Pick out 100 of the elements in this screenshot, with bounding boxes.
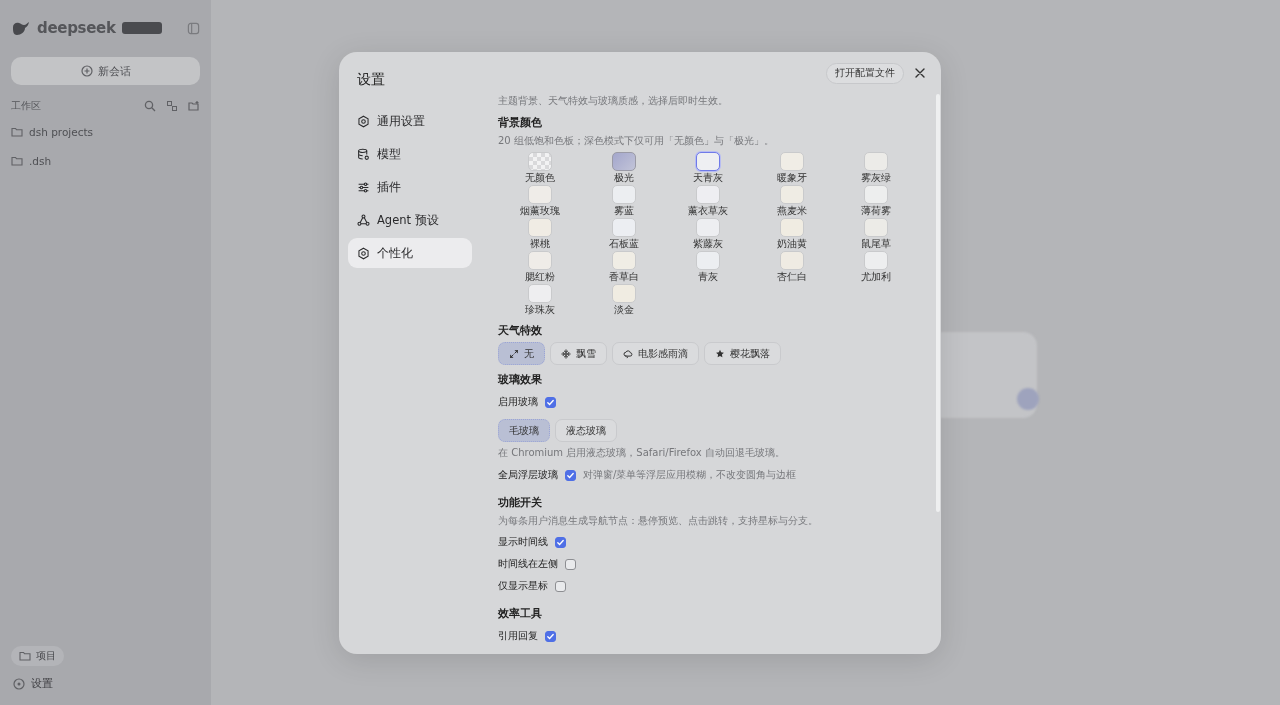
weather-option[interactable]: 电影感雨滴 — [612, 342, 699, 365]
dialog-title: 设置 — [357, 71, 386, 89]
nav-item[interactable]: 通用设置 — [348, 106, 472, 136]
swatch-label: 天青灰 — [693, 171, 723, 184]
color-swatch[interactable] — [696, 152, 720, 171]
swatch-label: 紫藤灰 — [693, 237, 723, 250]
swatch-label: 燕麦米 — [777, 204, 807, 217]
swatch-label: 薄荷雾 — [861, 204, 891, 217]
color-swatch[interactable] — [864, 185, 888, 204]
settings-button[interactable]: 设置 — [11, 676, 200, 691]
nav-item[interactable]: 个性化 — [348, 238, 472, 268]
color-swatch[interactable] — [864, 152, 888, 171]
checkbox[interactable] — [565, 558, 576, 570]
color-swatch[interactable] — [528, 185, 552, 204]
workspace-label: 工作区 — [11, 99, 41, 113]
color-swatch[interactable] — [780, 251, 804, 270]
option-hint: 对弹窗/菜单等浮层应用模糊，不改变圆角与边框 — [583, 468, 797, 482]
swatch-label: 奶油黄 — [777, 237, 807, 250]
checkbox-label: 引用回复 — [498, 629, 538, 643]
sliders-icon — [357, 180, 370, 194]
weather-option[interactable]: 樱花飘落 — [704, 342, 781, 365]
version-badge — [121, 22, 162, 34]
swatch-label: 腮红粉 — [525, 270, 555, 283]
checkbox-label: 启用玻璃 — [498, 395, 538, 409]
swatch-label: 杏仁白 — [777, 270, 807, 283]
checkbox[interactable] — [545, 630, 556, 642]
swatch-label: 珍珠灰 — [525, 303, 555, 316]
color-swatch[interactable] — [696, 185, 720, 204]
section-heading: 玻璃效果 — [498, 373, 543, 387]
color-swatch[interactable] — [696, 251, 720, 270]
new-folder-icon[interactable] — [188, 100, 200, 112]
swatch-label: 青灰 — [698, 270, 718, 283]
nodes-icon — [357, 213, 370, 227]
color-swatch[interactable] — [612, 218, 636, 237]
checkbox-label: 显示时间线 — [498, 535, 548, 549]
nav-item[interactable]: Agent 预设 — [348, 205, 472, 235]
color-swatch[interactable] — [528, 284, 552, 303]
search-icon[interactable] — [144, 100, 156, 112]
brand-name: deepseek — [37, 19, 116, 37]
color-swatch[interactable] — [864, 251, 888, 270]
swatch-label: 尤加利 — [861, 270, 891, 283]
section-description: 主题背景、天气特效与玻璃质感，选择后即时生效。 — [498, 94, 729, 108]
color-swatch[interactable] — [528, 218, 552, 237]
color-swatch[interactable] — [612, 185, 636, 204]
section-description: 为每条用户消息生成导航节点：悬停预览、点击跳转，支持星标与分支。 — [498, 514, 819, 528]
color-swatch[interactable] — [528, 152, 552, 171]
folder-name[interactable]: .dsh — [29, 154, 52, 167]
arrows-icon — [509, 348, 519, 359]
color-swatch[interactable] — [612, 251, 636, 270]
snowflake-icon — [561, 348, 571, 359]
settings-icon — [13, 677, 25, 690]
swatch-label: 极光 — [614, 171, 634, 184]
swatch-label: 薰衣草灰 — [688, 204, 728, 217]
projects-button[interactable]: 项目 — [11, 646, 64, 666]
weather-option[interactable]: 飘雪 — [550, 342, 607, 365]
section-heading: 功能开关 — [498, 496, 543, 510]
section-heading: 背景颜色 — [498, 116, 543, 130]
whale-logo-icon — [11, 19, 31, 37]
plus-icon — [80, 65, 93, 77]
glass-note: 在 Chromium 启用液态玻璃，Safari/Firefox 自动回退毛玻璃。 — [498, 446, 786, 460]
section-heading: 天气特效 — [498, 324, 543, 338]
color-swatch[interactable] — [780, 152, 804, 171]
checkbox[interactable] — [555, 536, 566, 548]
swatch-label: 鼠尾草 — [861, 237, 891, 250]
sidebar-toggle-icon[interactable] — [187, 21, 200, 35]
swatch-label: 暖象牙 — [777, 171, 807, 184]
section-description: 20 组低饱和色板；深色模式下仅可用「无颜色」与「极光」。 — [498, 134, 775, 148]
nav-item[interactable]: 插件 — [348, 172, 472, 202]
glass-mode-option[interactable]: 毛玻璃 — [498, 419, 550, 442]
color-swatch[interactable] — [864, 218, 888, 237]
color-swatch[interactable] — [612, 152, 636, 171]
swatch-label: 雾蓝 — [614, 204, 634, 217]
color-swatch[interactable] — [780, 185, 804, 204]
close-icon[interactable] — [913, 66, 927, 80]
swatch-label: 无颜色 — [525, 171, 555, 184]
weather-option[interactable]: 无 — [498, 342, 545, 365]
scrollbar-thumb[interactable] — [936, 94, 940, 512]
checkbox[interactable] — [545, 396, 556, 408]
swatch-label: 石板蓝 — [609, 237, 639, 250]
swatch-label: 雾灰绿 — [861, 171, 891, 184]
grid-icon[interactable] — [166, 100, 178, 112]
folder-icon — [11, 125, 23, 138]
checkbox[interactable] — [565, 469, 576, 481]
color-swatch[interactable] — [696, 218, 720, 237]
open-config-button[interactable]: 打开配置文件 — [826, 62, 904, 84]
folder-name[interactable]: dsh projects — [29, 125, 94, 138]
color-swatch[interactable] — [780, 218, 804, 237]
color-swatch[interactable] — [528, 251, 552, 270]
checkbox-label: 时间线在左侧 — [498, 557, 558, 571]
gear-icon — [357, 114, 370, 128]
checkbox-label: 全局浮层玻璃 — [498, 468, 558, 482]
cloud-icon — [623, 348, 633, 359]
checkbox[interactable] — [555, 580, 566, 592]
section-heading: 效率工具 — [498, 607, 543, 621]
nav-item[interactable]: 模型 — [348, 139, 472, 169]
new-chat-button[interactable]: 新会话 — [11, 57, 200, 85]
glass-mode-option[interactable]: 液态玻璃 — [555, 419, 617, 442]
folder-icon — [19, 650, 31, 662]
color-swatch[interactable] — [612, 284, 636, 303]
folder-icon — [11, 154, 23, 167]
